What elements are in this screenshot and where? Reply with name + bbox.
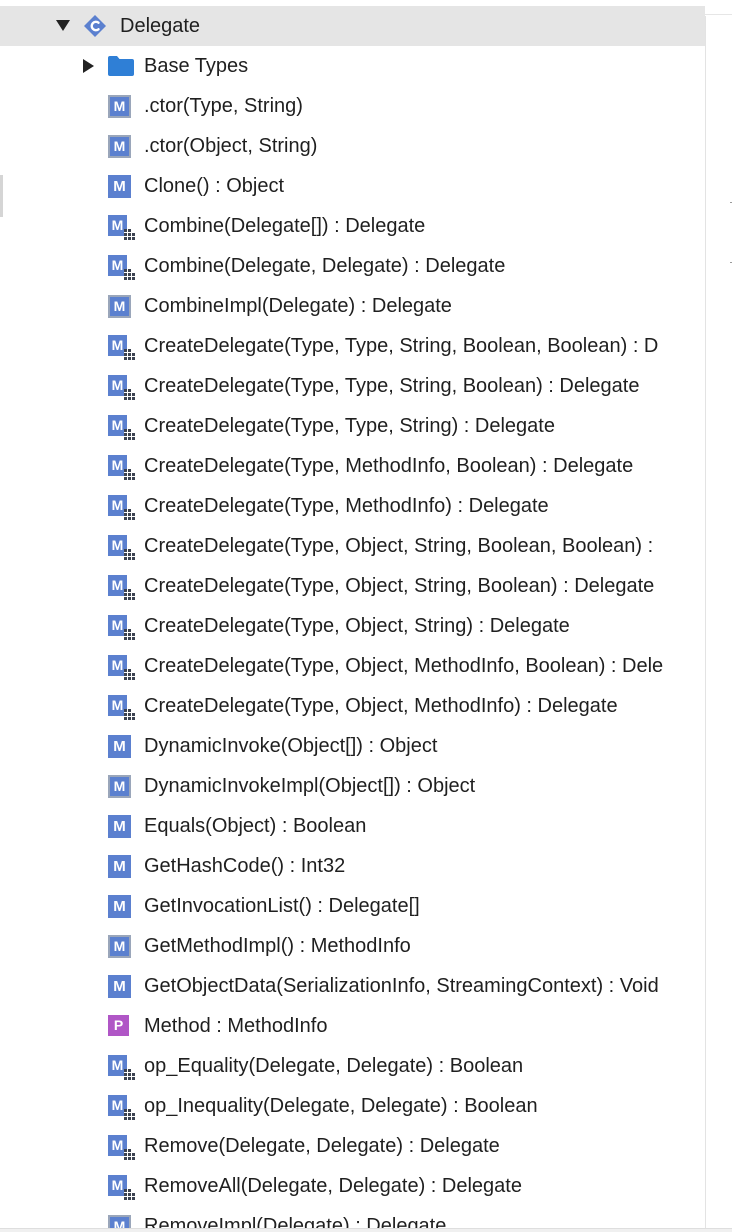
tree-item[interactable]: M CreateDelegate(Type, Type, String, Bool… (0, 366, 705, 406)
tree-item[interactable]: M CreateDelegate(Type, Object, String, Bo… (0, 566, 705, 606)
tree-item-label: CreateDelegate(Type, Object, String) : D… (144, 615, 570, 637)
splitter-handle[interactable] (0, 175, 3, 217)
tree-item[interactable]: M GetMethodImpl() : MethodInfo (0, 926, 705, 966)
static-method-icon: M (108, 1135, 135, 1160)
tree-item-label: Combine(Delegate[]) : Delegate (144, 215, 426, 237)
static-method-icon: M (108, 415, 135, 440)
tree-item-label: Method : MethodInfo (144, 1015, 328, 1037)
tree-item-label: CreateDelegate(Type, Object, MethodInfo,… (144, 655, 664, 677)
tree-item-label: RemoveAll(Delegate, Delegate) : Delegate (144, 1175, 522, 1197)
method-icon: M (108, 175, 131, 198)
tree-item-label: CreateDelegate(Type, Type, String, Boole… (144, 335, 659, 357)
tree-item-label: Remove(Delegate, Delegate) : Delegate (144, 1135, 500, 1157)
tree-item-label: CreateDelegate(Type, Type, String) : Del… (144, 415, 555, 437)
static-method-icon: M (108, 575, 135, 600)
tree-item[interactable]: M GetHashCode() : Int32 (0, 846, 705, 886)
method-icon: M (108, 935, 131, 958)
tree-item-label: Clone() : Object (144, 175, 285, 197)
static-method-icon: M (108, 535, 135, 560)
static-method-icon: M (108, 695, 135, 720)
tree-item[interactable]: M CombineImpl(Delegate) : Delegate (0, 286, 705, 326)
static-method-icon: M (108, 655, 135, 680)
tree-item-label: DynamicInvoke(Object[]) : Object (144, 735, 438, 757)
tree-item-label: CreateDelegate(Type, MethodInfo, Boolean… (144, 455, 634, 477)
assembly-browser: Delegate Base Types M .ctor(Type, String) M… (0, 0, 732, 1232)
tree-item-label: CreateDelegate(Type, Object, String, Boo… (144, 535, 654, 557)
tree-item[interactable]: M .ctor(Type, String) (0, 86, 705, 126)
tree-item[interactable]: M Combine(Delegate[]) : Delegate (0, 206, 705, 246)
tree-item[interactable]: M GetObjectData(SerializationInfo, Stream… (0, 966, 705, 1006)
static-method-icon: M (108, 1095, 135, 1120)
tree-item[interactable]: M CreateDelegate(Type, MethodInfo, Boolea… (0, 446, 705, 486)
tree-item-label: GetObjectData(SerializationInfo, Streami… (144, 975, 659, 997)
method-icon: M (108, 815, 131, 838)
tree-item-label: GetInvocationList() : Delegate[] (144, 895, 420, 917)
method-icon: M (108, 855, 131, 878)
folder-icon (107, 55, 135, 77)
tree-item[interactable]: M DynamicInvoke(Object[]) : Object (0, 726, 705, 766)
tree-item[interactable]: Mop_Inequality(Delegate, Delegate) : Boo… (0, 1086, 705, 1126)
method-icon: M (108, 135, 131, 158)
tree-item[interactable]: M CreateDelegate(Type, Object, String) : … (0, 606, 705, 646)
tree-item[interactable]: M Equals(Object) : Boolean (0, 806, 705, 846)
tree-item-label: CreateDelegate(Type, MethodInfo) : Deleg… (144, 495, 549, 517)
property-icon: P (108, 1015, 131, 1038)
tree-item[interactable]: M CreateDelegate(Type, Object, MethodInfo… (0, 646, 705, 686)
csharp-class-icon (83, 14, 107, 38)
tree-item-label: Combine(Delegate, Delegate) : Delegate (144, 255, 506, 277)
tree-item[interactable]: M CreateDelegate(Type, MethodInfo) : Dele… (0, 486, 705, 526)
tree-item-label: GetHashCode() : Int32 (144, 855, 346, 877)
tree-item[interactable]: M GetInvocationList() : Delegate[] (0, 886, 705, 926)
static-method-icon: M (108, 215, 135, 240)
member-tree[interactable]: Delegate Base Types M .ctor(Type, String) M… (0, 0, 705, 1232)
tree-item[interactable]: M CreateDelegate(Type, Object, String, Bo… (0, 526, 705, 566)
method-icon: M (108, 295, 131, 318)
tree-item[interactable]: Mop_Equality(Delegate, Delegate) : Boole… (0, 1046, 705, 1086)
tree-item[interactable]: Base Types (0, 46, 705, 86)
tree-item-label: op_Inequality(Delegate, Delegate) : Bool… (144, 1095, 538, 1117)
detail-pane (705, 16, 732, 1232)
method-icon: M (108, 975, 131, 998)
method-icon: M (108, 895, 131, 918)
tree-item[interactable]: M CreateDelegate(Type, Type, String) : De… (0, 406, 705, 446)
method-icon: M (108, 95, 131, 118)
tree-item[interactable]: M DynamicInvokeImpl(Object[]) : Object (0, 766, 705, 806)
static-method-icon: M (108, 615, 135, 640)
tree-item-label: DynamicInvokeImpl(Object[]) : Object (144, 775, 476, 797)
tree-node-label: Delegate (120, 15, 201, 37)
disclosure-expanded-icon[interactable] (55, 6, 71, 46)
tree-item[interactable]: M CreateDelegate(Type, Object, MethodInfo… (0, 686, 705, 726)
static-method-icon: M (108, 335, 135, 360)
tree-item-label: .ctor(Object, String) (144, 135, 318, 157)
tree-item-label: CreateDelegate(Type, Type, String, Boole… (144, 375, 640, 397)
tree-node-delegate[interactable]: Delegate (0, 6, 705, 46)
tree-item-label: op_Equality(Delegate, Delegate) : Boolea… (144, 1055, 524, 1077)
static-method-icon: M (108, 495, 135, 520)
static-method-icon: M (108, 455, 135, 480)
disclosure-collapsed-icon[interactable] (81, 46, 97, 86)
static-method-icon: M (108, 255, 135, 280)
horizontal-scrollbar[interactable] (0, 1228, 732, 1232)
tree-item-label: CombineImpl(Delegate) : Delegate (144, 295, 452, 317)
method-icon: M (108, 735, 131, 758)
tree-item[interactable]: M CreateDelegate(Type, Type, String, Bool… (0, 326, 705, 366)
tree-item[interactable]: M .ctor(Object, String) (0, 126, 705, 166)
tree-item-label: CreateDelegate(Type, Object, MethodInfo)… (144, 695, 618, 717)
tree-item-label: CreateDelegate(Type, Object, String, Boo… (144, 575, 655, 597)
tree-item[interactable]: M Combine(Delegate, Delegate) : Delegate (0, 246, 705, 286)
tree-item[interactable]: P Method : MethodInfo (0, 1006, 705, 1046)
tree-item-label: Equals(Object) : Boolean (144, 815, 367, 837)
tree-item-label: .ctor(Type, String) (144, 95, 303, 117)
static-method-icon: M (108, 1055, 135, 1080)
method-icon: M (108, 775, 131, 798)
tree-item[interactable]: M Remove(Delegate, Delegate) : Delegate (0, 1126, 705, 1166)
tree-item[interactable]: M RemoveAll(Delegate, Delegate) : Delegat… (0, 1166, 705, 1206)
tree-item[interactable]: M Clone() : Object (0, 166, 705, 206)
tree-item-label: GetMethodImpl() : MethodInfo (144, 935, 411, 957)
tree-item-label: Base Types (144, 55, 249, 77)
static-method-icon: M (108, 1175, 135, 1200)
static-method-icon: M (108, 375, 135, 400)
